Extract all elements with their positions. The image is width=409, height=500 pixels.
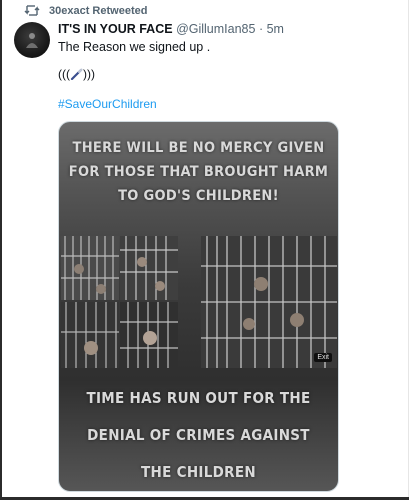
emoji-line-open: ((( — [58, 67, 70, 81]
author-handle[interactable]: @GillumIan85 — [176, 22, 255, 36]
collage-photo — [120, 302, 178, 368]
tweet-header: IT'S IN YOUR FACE @GillumIan85 · 5m — [58, 22, 284, 36]
headline-top-line: THERE WILL BE NO MERCY GIVEN — [72, 140, 325, 156]
collage-photo — [201, 236, 337, 368]
collage-photo — [120, 236, 178, 300]
window-frame-left — [0, 0, 2, 500]
collage-photo — [61, 236, 119, 300]
author-name[interactable]: IT'S IN YOUR FACE — [58, 22, 173, 36]
avatar-figure-icon — [26, 33, 38, 48]
headline-bottom-line: DENIAL OF CRIMES AGAINST — [87, 426, 310, 444]
avatar[interactable] — [14, 22, 50, 58]
tweet-media-image[interactable]: THERE WILL BE NO MERCY GIVEN FOR THOSE T… — [58, 121, 339, 492]
retweet-context[interactable]: 30exact Retweeted — [24, 4, 147, 18]
retweet-icon — [24, 4, 42, 18]
retweet-label: 30exact Retweeted — [49, 5, 148, 17]
tweet-text: The Reason we signed up . — [58, 40, 211, 54]
headline-bottom-line: THE CHILDREN — [141, 463, 256, 481]
paintbrush-icon — [70, 68, 83, 81]
emoji-line-close: ))) — [83, 67, 95, 81]
headline-bottom-line: TIME HAS RUN OUT FOR THE — [86, 389, 311, 407]
media-headline-bottom: TIME HAS RUN OUT FOR THE DENIAL OF CRIME… — [59, 380, 338, 491]
collage-photo — [61, 302, 119, 368]
media-headline-top: THERE WILL BE NO MERCY GIVEN FOR THOSE T… — [59, 136, 338, 208]
tweet-timestamp[interactable]: 5m — [267, 22, 284, 36]
headline-top-line: FOR THOSE THAT BROUGHT HARM — [68, 164, 329, 180]
media-badge[interactable]: Exit — [314, 353, 332, 362]
separator-dot: · — [258, 22, 264, 36]
tweet-emoji-line: ((( ))) — [58, 67, 95, 81]
hashtag-link[interactable]: #SaveOurChildren — [58, 97, 157, 111]
headline-top-line: TO GOD'S CHILDREN! — [118, 188, 279, 204]
media-photo-collage — [59, 236, 338, 370]
